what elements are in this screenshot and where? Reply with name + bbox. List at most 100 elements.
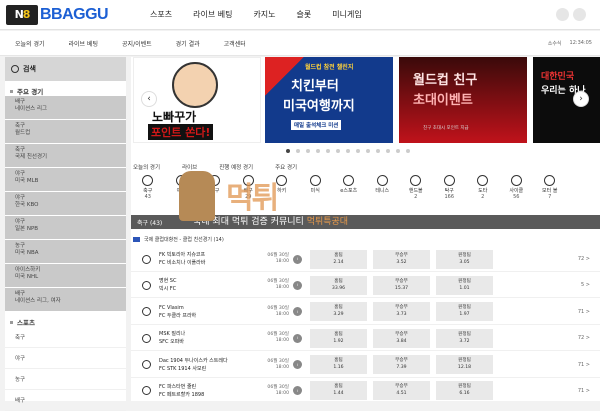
stats-icon[interactable]: i [293, 280, 302, 290]
more-markets-link[interactable]: 72 > [578, 256, 590, 262]
more-markets-link[interactable]: 5 > [581, 282, 590, 288]
sidebar-item[interactable]: 야구 일본 NPB [5, 216, 126, 240]
nav-live-betting[interactable]: 라이브 베팅 [193, 9, 232, 20]
odd-away[interactable]: 원정팀 12.18 [436, 355, 493, 375]
carousel-dot[interactable] [336, 149, 340, 153]
sport-filter-item[interactable]: 하키 [265, 175, 299, 203]
settings-icon[interactable] [573, 8, 586, 21]
sport-filter-item[interactable]: 탁구 166 [433, 175, 467, 203]
nav-slot[interactable]: 슬롯 [297, 9, 312, 20]
odd-draw[interactable]: 무승부 15.37 [373, 275, 430, 295]
odd-away[interactable]: 원정팀 1.01 [436, 275, 493, 295]
odd-draw[interactable]: 무승부 4.51 [373, 381, 430, 401]
sport-filter-item[interactable]: 배구 29 [232, 175, 266, 203]
carousel-dot[interactable] [326, 149, 330, 153]
sport-filter-item[interactable]: 야구 [165, 175, 199, 203]
odd-away[interactable]: 원정팀 3.05 [436, 249, 493, 269]
sport-filter-item[interactable]: 핸드볼 2 [399, 175, 433, 203]
sidebar-item[interactable]: 배구 네이션스 리그 [5, 96, 126, 120]
stats-icon[interactable]: i [293, 386, 302, 396]
subnav-live[interactable]: 라이브 베팅 [69, 39, 99, 48]
banner-worldcup-challenge[interactable]: 월드컵 참전 챌린지 치킨부터 미국여행까지 매일 출석체크 미션 [265, 57, 393, 143]
carousel-dot[interactable] [306, 149, 310, 153]
stats-icon[interactable]: i [293, 360, 302, 370]
more-markets-link[interactable]: 72 > [578, 335, 590, 341]
notification-icon[interactable] [556, 8, 569, 21]
nav-casino[interactable]: 카지노 [253, 9, 275, 20]
logo[interactable]: N8 BBAGGU [6, 4, 130, 25]
carousel-dot[interactable] [316, 149, 320, 153]
carousel-dot[interactable] [296, 149, 300, 153]
more-markets-link[interactable]: 71 > [578, 362, 590, 368]
sidebar-item[interactable]: 아이스하키 미국 NHL [5, 264, 126, 288]
odd-draw[interactable]: 무승부 3.52 [373, 249, 430, 269]
odd-away[interactable]: 원정팀 3.72 [436, 328, 493, 348]
more-markets-link[interactable]: 71 > [578, 309, 590, 315]
odd-home[interactable]: 홈팀 1.16 [310, 355, 367, 375]
odd-away[interactable]: 원정팀 6.16 [436, 381, 493, 401]
subnav-results[interactable]: 경기 결과 [176, 39, 200, 48]
tab-today[interactable]: 오늘의 경기 [133, 163, 160, 171]
odd-home[interactable]: 홈팀 2.14 [310, 249, 367, 269]
sidebar-sport-item[interactable]: 농구 [5, 369, 126, 390]
sidebar-item[interactable]: 축구 월드컵 [5, 120, 126, 144]
sport-filter-count: 7 [548, 194, 552, 200]
carousel-next-button[interactable]: › [573, 91, 589, 107]
odd-draw[interactable]: 무승부 3.84 [373, 328, 430, 348]
sidebar-item[interactable]: 배구 네이션스 리그, 여자 [5, 288, 126, 312]
sport-filter-item[interactable]: e스포츠 [332, 175, 366, 203]
carousel-dot[interactable] [346, 149, 350, 153]
sport-filter-item[interactable]: 테니스 [366, 175, 400, 203]
nav-minigame[interactable]: 미니게임 [332, 9, 361, 20]
tab-upcoming[interactable]: 진행 예정 경기 [219, 163, 253, 171]
odd-home[interactable]: 홈팀 33.96 [310, 275, 367, 295]
stats-icon[interactable]: i [293, 333, 302, 343]
sport-filter-item[interactable]: 축구 43 [131, 175, 165, 203]
match-row: 명현 SC 빅시 FC 06월 30일 18:00 i 홈팀 33.96 무승부 15.37 원정… [131, 273, 600, 299]
sidebar-sport-item[interactable]: 야구 [5, 348, 126, 369]
carousel-dot[interactable] [286, 149, 290, 153]
odd-label: 홈팀 [334, 384, 343, 390]
sidebar-item[interactable]: 농구 미국 NBA [5, 240, 126, 264]
odd-home[interactable]: 홈팀 1.44 [310, 381, 367, 401]
odd-value: 1.44 [333, 391, 344, 397]
sidebar-item[interactable]: 야구 한국 KBO [5, 192, 126, 216]
stats-icon[interactable]: i [293, 254, 302, 264]
odd-value: 1.97 [459, 312, 470, 318]
sport-filter-item[interactable]: 농구 [198, 175, 232, 203]
banner-korea[interactable]: 대한민국 우리는 하나 [533, 57, 600, 143]
banner2-line3: 매일 출석체크 미션 [291, 120, 342, 130]
stats-icon[interactable]: i [293, 307, 302, 317]
nav-sports[interactable]: 스포츠 [150, 9, 172, 20]
league-header[interactable]: 국제 클럽대항전 - 클럽 친선경기 (14) [131, 233, 600, 245]
carousel-dot[interactable] [406, 149, 410, 153]
odd-home[interactable]: 홈팀 1.92 [310, 328, 367, 348]
odd-draw[interactable]: 무승부 3.73 [373, 302, 430, 322]
carousel-prev-button[interactable]: ‹ [141, 91, 157, 107]
subnav-support[interactable]: 고객센터 [224, 39, 246, 48]
search-box[interactable]: 검색 [5, 57, 126, 81]
carousel-dot[interactable] [396, 149, 400, 153]
subnav-today[interactable]: 오늘의 경기 [15, 39, 45, 48]
match-row: Dac 1904 두나이스카 스트레다 FC STK 1914 사모린 06월 30… [131, 353, 600, 378]
sport-filter-item[interactable]: 미식 [299, 175, 333, 203]
sport-filter-item[interactable]: 모터 볼7 [533, 175, 567, 203]
odds-format-select[interactable]: 소수식 [548, 40, 562, 47]
sport-filter-item[interactable]: 도타 2 [466, 175, 500, 203]
sport-filter-item[interactable]: 사이클 56 [500, 175, 534, 203]
odd-home[interactable]: 홈팀 3.29 [310, 302, 367, 322]
sidebar-sport-item[interactable]: 축구 [5, 327, 126, 348]
odd-draw[interactable]: 무승부 7.39 [373, 355, 430, 375]
more-markets-link[interactable]: 71 > [578, 388, 590, 394]
carousel-dot[interactable] [356, 149, 360, 153]
sidebar-item[interactable]: 축구 국제 친선경기 [5, 144, 126, 168]
carousel-dot[interactable] [376, 149, 380, 153]
subnav-notice[interactable]: 공지/이벤트 [122, 39, 152, 48]
carousel-dot[interactable] [366, 149, 370, 153]
banner-invite-friend[interactable]: 월드컵 친구 초대이벤트 친구 초대시 포인트 지급 [399, 57, 527, 143]
tab-featured[interactable]: 주요 경기 [275, 163, 297, 171]
odd-away[interactable]: 원정팀 1.97 [436, 302, 493, 322]
tab-live[interactable]: 라이브 [182, 163, 197, 171]
carousel-dot[interactable] [386, 149, 390, 153]
sidebar-item[interactable]: 야구 미국 MLB [5, 168, 126, 192]
